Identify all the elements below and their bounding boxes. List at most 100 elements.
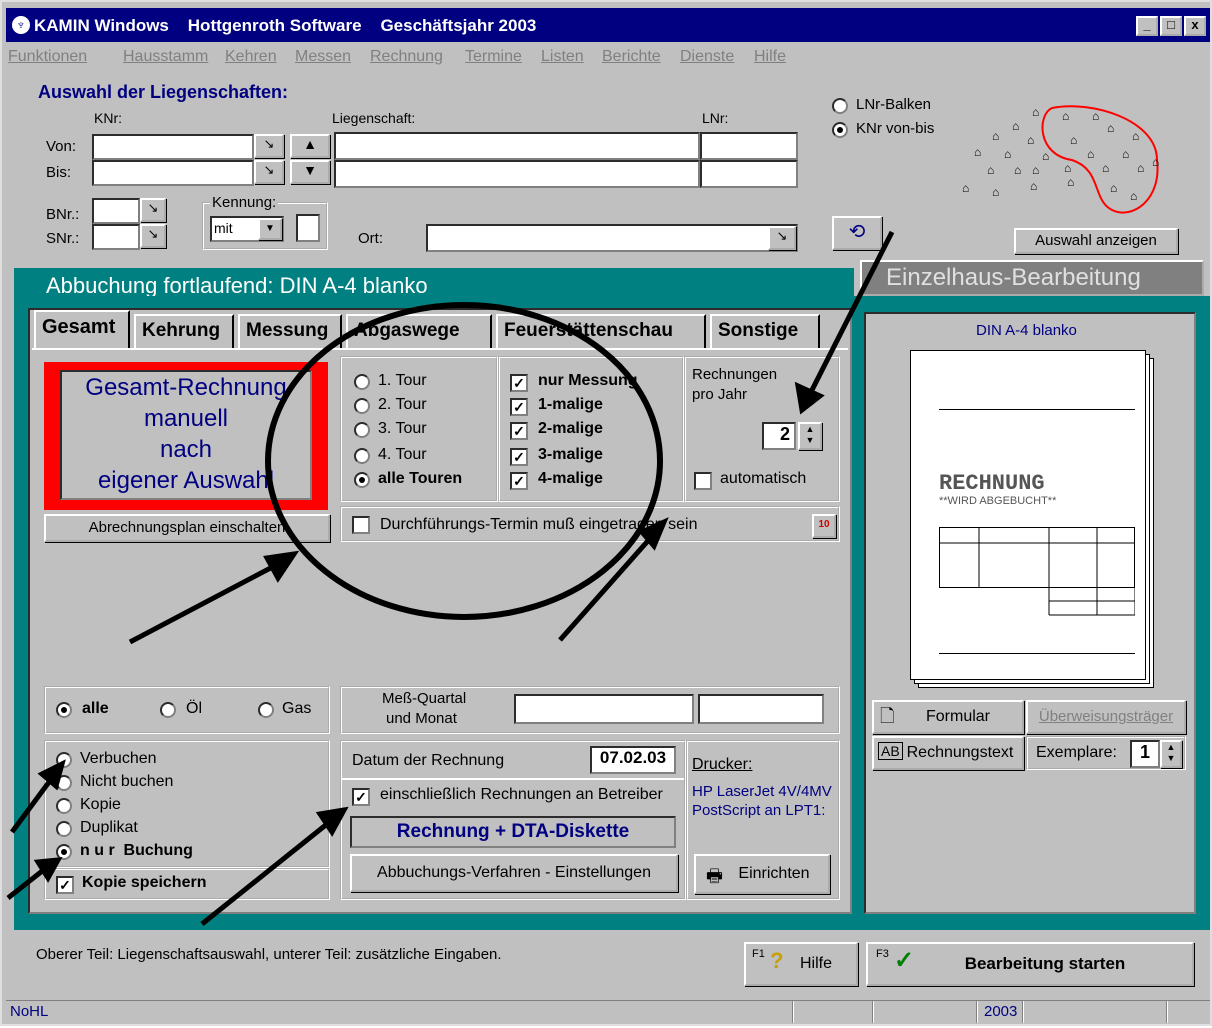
menu-berichte[interactable]: Berichte — [602, 48, 661, 66]
radio-tour-3[interactable] — [354, 422, 370, 438]
datum-divider — [342, 778, 684, 780]
status-bar: NoHL 2003 — [6, 1000, 1210, 1024]
formular-button[interactable]: Formular — [872, 700, 1024, 734]
check-betreiber[interactable]: ✓ — [352, 788, 370, 806]
menu-hausstamm[interactable]: Hausstamm — [123, 48, 208, 66]
check-2-malige[interactable]: ✓ — [510, 422, 528, 440]
ueberweisung-button[interactable]: Überweisungsträger — [1026, 700, 1186, 734]
status-sep-1 — [792, 1001, 794, 1023]
radio-nur-buchung[interactable] — [56, 844, 72, 860]
tab-einzelhaus[interactable]: Einzelhaus-Bearbeitung — [860, 260, 1204, 296]
menu-dienste[interactable]: Dienste — [680, 48, 734, 66]
preview-line-bottom — [939, 653, 1135, 654]
tab-feuerstaettenschau[interactable]: Feuerstättenschau — [496, 314, 706, 348]
menu-listen[interactable]: Listen — [541, 48, 584, 66]
menu-messen[interactable]: Messen — [295, 48, 351, 66]
printer-name: HP LaserJet 4V/4MV PostScript an LPT1: — [692, 783, 832, 819]
lnr-bis-field[interactable] — [700, 160, 798, 188]
abbuchung-settings-button[interactable]: Abbuchungs-Verfahren - Einstellungen — [350, 854, 678, 892]
start-label: Bearbeitung starten — [964, 954, 1126, 973]
1-malige-label: 1-malige — [538, 396, 603, 413]
check-automatisch[interactable] — [694, 472, 712, 490]
exemplare-spinner[interactable]: ▲ ▼ — [1160, 740, 1182, 768]
check-nur-messung[interactable]: ✓ — [510, 374, 528, 392]
radio-alle-touren[interactable] — [354, 472, 370, 488]
bis-label: Bis: — [46, 164, 72, 181]
menu-funktionen[interactable]: Funktionen — [8, 48, 87, 66]
snr-label: SNr.: — [46, 230, 80, 247]
refresh-icon[interactable]: ⟲ — [832, 216, 882, 250]
radio-verbuchen[interactable] — [56, 752, 72, 768]
bis-input[interactable] — [92, 160, 254, 186]
liegenschaft-von-field[interactable] — [334, 132, 700, 160]
radio-duplikat[interactable] — [56, 821, 72, 837]
start-button[interactable]: Bearbeitung starten — [866, 942, 1194, 986]
menu-hilfe[interactable]: Hilfe — [754, 48, 786, 66]
radio-oel[interactable] — [160, 702, 176, 718]
kennung-check[interactable] — [296, 214, 320, 242]
tab-divider — [32, 348, 848, 350]
app-logo-icon: ♆ — [12, 16, 30, 34]
check-termin[interactable] — [352, 516, 370, 534]
svg-text:⌂: ⌂ — [992, 129, 999, 143]
von-input[interactable] — [92, 134, 254, 160]
von-label: Von: — [46, 138, 77, 155]
close-button[interactable]: x — [1184, 16, 1206, 36]
check-3-malige[interactable]: ✓ — [510, 448, 528, 466]
radio-kopie[interactable] — [56, 798, 72, 814]
tab-gesamt[interactable]: Gesamt — [34, 310, 130, 350]
radio-alle[interactable] — [56, 702, 72, 718]
radio-tour-1[interactable] — [354, 374, 370, 390]
bis-search-icon[interactable]: ↘ — [254, 160, 284, 184]
datum-input[interactable]: 07.02.03 — [590, 746, 676, 774]
minimize-button[interactable]: _ — [1136, 16, 1158, 36]
show-selection-button[interactable]: Auswahl anzeigen — [1014, 228, 1178, 254]
rpj-spinner[interactable]: ▲ ▼ — [798, 422, 822, 450]
up-arrow-button[interactable]: ▲ — [290, 134, 330, 158]
quartal-input[interactable] — [514, 694, 694, 724]
ort-input[interactable] — [426, 224, 798, 252]
monat-input[interactable] — [698, 694, 824, 724]
abrechnungsplan-button[interactable]: Abrechnungsplan einschalten — [44, 514, 330, 542]
von-search-icon[interactable]: ↘ — [254, 134, 284, 158]
radio-tour-4[interactable] — [354, 448, 370, 464]
status-sep-3 — [976, 1001, 978, 1023]
bnr-search-icon[interactable]: ↘ — [140, 198, 166, 222]
formular-label: Formular — [925, 708, 990, 725]
f3-key: F3 — [876, 948, 889, 960]
chevron-down-icon[interactable]: ▼ — [258, 218, 282, 240]
check-1-malige[interactable]: ✓ — [510, 398, 528, 416]
tab-kehrung[interactable]: Kehrung — [134, 314, 234, 348]
liegenschaft-bis-field[interactable] — [334, 160, 700, 188]
down-arrow-button[interactable]: ▼ — [290, 160, 330, 184]
status-sep-5 — [1166, 1001, 1168, 1023]
preview-doc-sub: **WIRD ABGEBUCHT** — [939, 495, 1057, 507]
snr-input[interactable] — [92, 224, 140, 250]
check-kopie-speichern[interactable]: ✓ — [56, 876, 74, 894]
radio-gas[interactable] — [258, 702, 274, 718]
menu-termine[interactable]: Termine — [465, 48, 522, 66]
nur-messung-label: nur Messung — [538, 372, 638, 389]
lnr-von-field[interactable] — [700, 132, 798, 160]
tab-messung[interactable]: Messung — [238, 314, 342, 348]
radio-tour-2[interactable] — [354, 398, 370, 414]
menu-rechnung[interactable]: Rechnung — [370, 48, 443, 66]
tab-sonstige[interactable]: Sonstige — [710, 314, 820, 348]
tab-abgaswege[interactable]: Abgaswege — [346, 314, 492, 348]
preview-page: RECHNUNG **WIRD ABGEBUCHT** — [910, 350, 1146, 680]
radio-knr-von-bis[interactable] — [832, 122, 848, 138]
ort-search-icon[interactable]: ↘ — [768, 226, 796, 250]
calendar-icon[interactable]: 10 — [812, 514, 836, 538]
rpj-input[interactable]: 2 — [762, 422, 796, 450]
exemplare-input[interactable]: 1 — [1130, 740, 1160, 768]
mode-line-4: eigener Auswahl — [97, 467, 275, 494]
maximize-button[interactable]: □ — [1160, 16, 1182, 36]
check-4-malige[interactable]: ✓ — [510, 472, 528, 490]
menu-kehren[interactable]: Kehren — [225, 48, 277, 66]
mode-line-3: nach — [159, 436, 213, 463]
svg-text:⌂: ⌂ — [1130, 189, 1137, 203]
radio-nicht-buchen[interactable] — [56, 775, 72, 791]
snr-search-icon[interactable]: ↘ — [140, 224, 166, 248]
radio-lnr-balken[interactable] — [832, 98, 848, 114]
bnr-input[interactable] — [92, 198, 140, 224]
